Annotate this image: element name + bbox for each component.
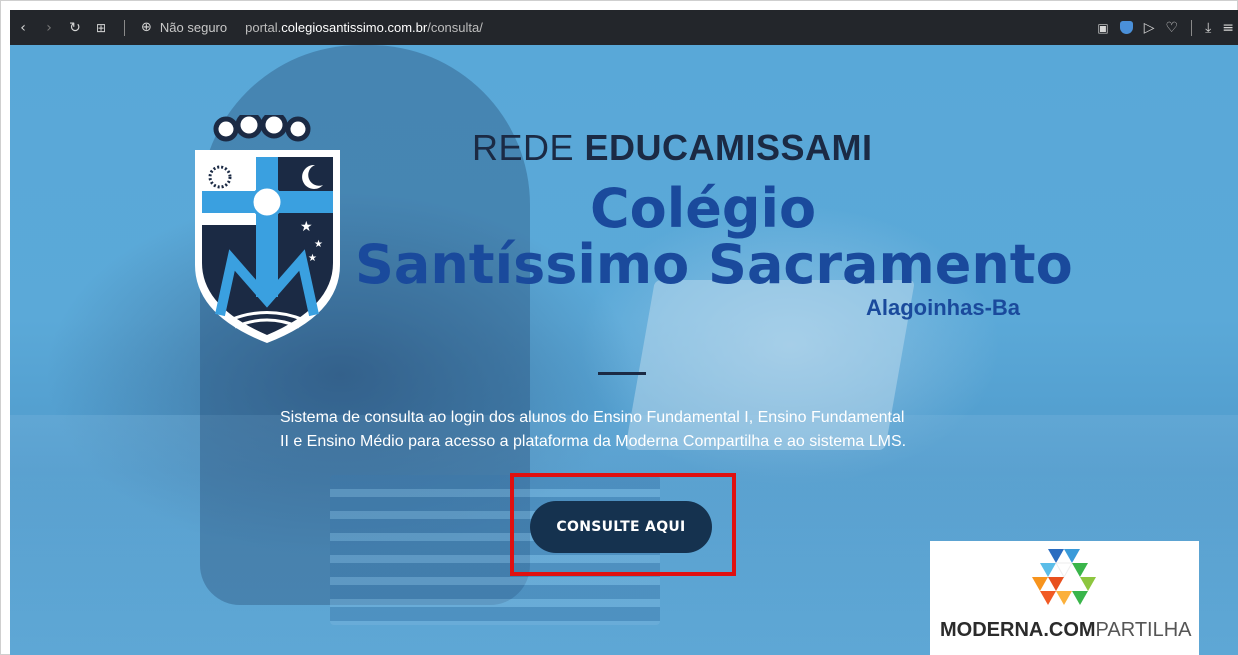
svg-text:★: ★ <box>300 219 313 235</box>
security-label: Não seguro <box>159 20 228 35</box>
svg-text:★: ★ <box>308 253 317 264</box>
shield-icon[interactable] <box>1119 21 1133 34</box>
network-prefix: REDE <box>472 127 585 168</box>
school-city: Alagoinhas-Ba <box>866 295 1021 320</box>
description-line-2: II e Ensino Médio para acesso a platafor… <box>280 433 907 450</box>
moderna-brand-bold: MODERNA.COM <box>940 619 1096 641</box>
back-icon[interactable]: ‹ <box>10 20 36 36</box>
reload-icon[interactable]: ↻ <box>62 20 88 36</box>
section-divider <box>598 372 646 375</box>
moderna-compartilha-logo[interactable]: MODERNA.COMPARTILHA <box>930 541 1199 655</box>
school-crest-logo: ★ ★ ★ <box>195 115 340 343</box>
url-text[interactable]: portal.colegiosantissimo.com.br/consulta… <box>245 20 483 35</box>
camera-icon[interactable]: ▣ <box>1097 21 1108 35</box>
school-title-line1: Colégio <box>590 177 817 240</box>
browser-toolbar: ‹ › ↻ ⊞ ⊕ Não seguro portal.colegiosanti… <box>10 10 1238 45</box>
url-domain: colegiosantissimo.com.br <box>281 20 428 35</box>
svg-text:★: ★ <box>314 239 323 250</box>
school-title-line2: Santíssimo Sacramento <box>355 233 1073 296</box>
toolbar-divider <box>124 19 125 36</box>
hero-section: ★ ★ ★ REDE EDUCAMISSAMI Colégio Santíssi… <box>10 45 1238 655</box>
url-path: /consulta/ <box>427 20 483 35</box>
network-name: EDUCAMISSAMI <box>584 127 873 168</box>
moderna-triangles-icon <box>1032 549 1096 605</box>
globe-icon: ⊕ <box>141 20 152 35</box>
heart-icon[interactable]: ♡ <box>1166 20 1179 36</box>
description-line-1: Sistema de consulta ao login dos alunos … <box>280 409 905 426</box>
url-prefix: portal. <box>245 20 282 35</box>
toolbar-divider-right <box>1191 19 1193 36</box>
description-text: Sistema de consulta ao login dos alunos … <box>280 406 970 454</box>
forward-icon[interactable]: › <box>36 20 62 36</box>
send-icon[interactable]: ▷ <box>1144 20 1155 36</box>
network-title: REDE EDUCAMISSAMI <box>472 127 873 169</box>
moderna-brand-light: PARTILHA <box>1095 619 1192 641</box>
address-bar[interactable]: ⊕ Não seguro portal.colegiosantissimo.co… <box>141 20 483 35</box>
grid-icon[interactable]: ⊞ <box>88 21 114 35</box>
download-icon[interactable]: ⤓ <box>1205 20 1211 36</box>
moderna-brand-text: MODERNA.COMPARTILHA <box>940 619 1192 642</box>
consult-here-button[interactable]: CONSULTE AQUI <box>530 501 712 553</box>
menu-icon[interactable]: ≡ <box>1222 20 1234 36</box>
